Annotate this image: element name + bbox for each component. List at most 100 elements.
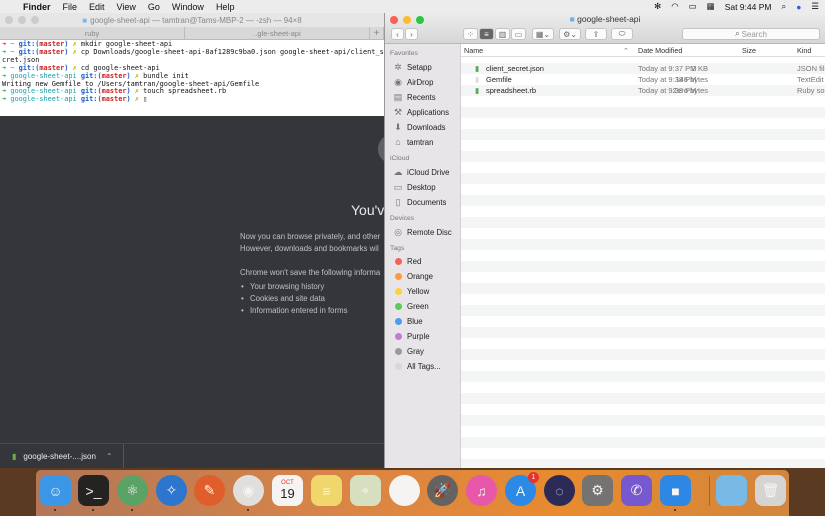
app-store-icon[interactable]: A1 xyxy=(505,472,539,506)
maps-icon[interactable]: ⌖ xyxy=(350,475,381,506)
search-field[interactable]: ⌕ Search xyxy=(682,28,820,40)
close-button[interactable] xyxy=(5,16,13,24)
zoom-icon[interactable]: ■ xyxy=(660,475,691,506)
menu-view[interactable]: View xyxy=(117,2,136,12)
sidebar-item-icloud-drive[interactable]: ☁ iCloud Drive xyxy=(393,167,450,178)
chevron-up-icon[interactable]: ⌃ xyxy=(106,452,113,461)
file-icon: ▮ xyxy=(475,64,480,73)
terminal-line: ➜ google-sheet-api git:(master) ✗ ▯ xyxy=(2,95,382,104)
tag-red[interactable]: Red xyxy=(393,257,421,266)
chrome-icon[interactable]: ◉ xyxy=(233,475,264,506)
tag-blue[interactable]: Blue xyxy=(393,317,423,326)
back-button[interactable]: ‹ xyxy=(391,28,404,40)
clock[interactable]: Sat 9:44 PM xyxy=(725,2,772,12)
sidebar-item-applications[interactable]: ⚒ Applications xyxy=(393,107,449,118)
finder-icon[interactable]: ☺ xyxy=(40,475,71,506)
list-view-button[interactable]: ≡ xyxy=(479,28,494,40)
tag-green[interactable]: Green xyxy=(393,302,429,311)
menu-window[interactable]: Window xyxy=(172,2,204,12)
music-icon[interactable]: ♫ xyxy=(466,475,497,506)
new-tab-button[interactable]: + xyxy=(370,27,384,39)
postman-icon[interactable]: ✎ xyxy=(194,475,225,506)
wifi-icon[interactable]: ◠ xyxy=(671,1,678,12)
sidebar-item-setapp[interactable]: ✲ Setapp xyxy=(393,62,432,73)
tab-google-sheet-api[interactable]: ..gle-sheet-api xyxy=(185,27,370,39)
tag-color-icon xyxy=(394,318,402,325)
column-kind[interactable]: Kind xyxy=(797,46,811,55)
sidebar-item-remote-disc[interactable]: ◎ Remote Disc xyxy=(393,227,452,238)
sidebar-item-documents[interactable]: ▯ Documents xyxy=(393,197,447,208)
window-controls[interactable] xyxy=(5,16,39,24)
tag-yellow[interactable]: Yellow xyxy=(393,287,429,296)
sidebar-item-downloads[interactable]: ⬇ Downloads xyxy=(393,122,445,133)
share-button[interactable]: ⇪ xyxy=(585,28,607,40)
file-row[interactable]: ▮ Gemfile Today at 9:38 PM 146 bytes TextEdi… xyxy=(461,74,825,85)
menu-file[interactable]: File xyxy=(63,2,78,12)
battery-icon[interactable]: ▭ xyxy=(689,1,697,12)
git-label: git:( xyxy=(18,63,40,72)
menu-app-name[interactable]: Finder xyxy=(23,2,51,12)
downloads-folder-icon[interactable] xyxy=(716,475,747,506)
action-gear-button[interactable]: ⚙⌄ xyxy=(559,28,581,40)
file-kind: Ruby sou xyxy=(797,86,825,95)
sidebar-item-label: All Tags... xyxy=(407,362,441,371)
git-close: ) xyxy=(64,47,69,56)
column-date-modified[interactable]: Date Modified xyxy=(638,46,682,55)
bluetooth-icon[interactable]: ✻ xyxy=(654,1,661,12)
command: cp Downloads/google-sheet-api-8af1289c9b… xyxy=(80,47,388,56)
gallery-view-button[interactable]: ▭ xyxy=(511,28,526,40)
viber-icon[interactable]: ✆ xyxy=(621,475,652,506)
column-view-button[interactable]: ▥ xyxy=(495,28,510,40)
documents-icon: ▯ xyxy=(395,197,401,207)
tag-purple[interactable]: Purple xyxy=(393,332,430,341)
trash-icon[interactable]: 🗑 xyxy=(755,475,786,506)
column-size[interactable]: Size xyxy=(742,46,756,55)
notification-center-icon[interactable]: ☰ xyxy=(811,1,819,12)
tag-alltags[interactable]: All Tags... xyxy=(393,362,441,371)
download-bar: ▮ google-sheet-....json ⌃ xyxy=(0,443,385,468)
calendar-icon[interactable]: OCT 19 xyxy=(272,475,303,506)
sidebar-item-airdrop[interactable]: ◉ AirDrop xyxy=(393,77,433,88)
siri-icon[interactable]: ● xyxy=(796,2,801,12)
tag-color-icon xyxy=(394,363,402,370)
tag-orange[interactable]: Orange xyxy=(393,272,433,281)
forward-button[interactable]: › xyxy=(405,28,418,40)
search-icon: ⌕ xyxy=(735,29,740,38)
group-button[interactable]: ▦⌄ xyxy=(532,28,554,40)
system-preferences-icon[interactable]: ⚙ xyxy=(582,475,613,506)
spotlight-icon[interactable]: ⌕ xyxy=(781,1,786,12)
atom-icon[interactable]: ⚛ xyxy=(117,475,148,506)
file-row[interactable]: ▮ spreadsheet.rb Today at 9:38 PM Zero byte… xyxy=(461,85,825,96)
sidebar-item-recents[interactable]: ▤ Recents xyxy=(393,92,436,103)
siri-icon[interactable]: ◌ xyxy=(544,475,575,506)
icon-view-button[interactable]: ⁘ xyxy=(463,28,478,40)
terminal-titlebar: ■ google-sheet-api — tamtran@Tams-MBP-2 … xyxy=(0,13,384,27)
sidebar-item-tamtran[interactable]: ⌂ tamtran xyxy=(393,137,433,147)
zoom-button[interactable] xyxy=(31,16,39,24)
column-name[interactable]: Name xyxy=(464,46,483,55)
file-row[interactable]: ▮ client_secret.json Today at 9:37 PM 2 KB J… xyxy=(461,63,825,74)
launchpad-icon[interactable]: 🚀 xyxy=(427,475,458,506)
remote-disc-icon: ◎ xyxy=(394,227,402,237)
terminal-output[interactable]: ➜ ~ git:(master) ✗ mkdir google-sheet-ap… xyxy=(0,40,388,105)
menu-help[interactable]: Help xyxy=(216,2,235,12)
download-item[interactable]: ▮ google-sheet-....json ⌃ xyxy=(0,444,124,468)
terminal-tabs: ruby ..gle-sheet-api + xyxy=(0,27,384,40)
input-source-icon[interactable]: ▦ xyxy=(707,1,715,12)
safari-icon[interactable]: ✧ xyxy=(156,475,187,506)
tags-button[interactable]: ⬭ xyxy=(611,28,633,40)
menu-edit[interactable]: Edit xyxy=(89,2,105,12)
menu-go[interactable]: Go xyxy=(148,2,160,12)
sidebar-item-label: Documents xyxy=(407,198,447,207)
tab-ruby[interactable]: ruby xyxy=(0,27,185,39)
photos-icon[interactable]: ✿ xyxy=(389,475,420,506)
notes-icon[interactable]: ≡ xyxy=(311,475,342,506)
file-size: Zero bytes xyxy=(672,86,708,95)
tag-color-icon xyxy=(394,288,402,295)
minimize-button[interactable] xyxy=(18,16,26,24)
file-kind: TextEdit xyxy=(797,75,824,84)
prompt-dir: ~ xyxy=(10,40,15,48)
tag-gray[interactable]: Gray xyxy=(393,347,424,356)
sidebar-item-desktop[interactable]: ▭ Desktop xyxy=(393,182,436,193)
terminal-icon[interactable]: >_ xyxy=(78,475,109,506)
